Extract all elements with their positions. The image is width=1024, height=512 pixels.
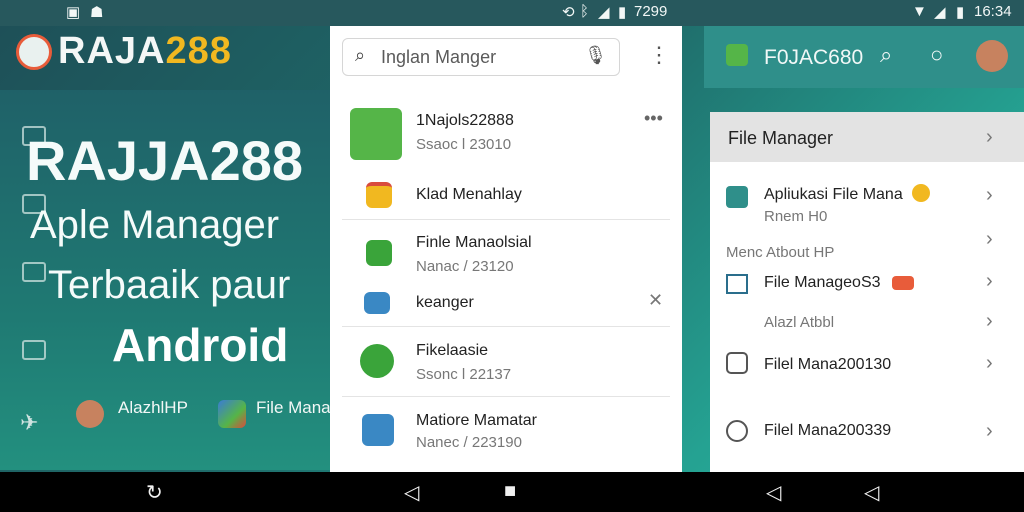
avatar[interactable] — [976, 40, 1008, 72]
vibrate-icon: ⟲ — [562, 4, 575, 21]
list-item-title[interactable]: File ManageoS3 — [764, 274, 881, 292]
wifi-icon: ▼ — [912, 3, 927, 20]
search-input[interactable]: ⌕ Inglan Manger 🎙 — [342, 38, 620, 76]
divider — [342, 219, 670, 220]
home-icon[interactable]: ■ — [504, 480, 516, 503]
app-icon-green-box — [366, 240, 392, 266]
bluetooth-icon: ᛒ — [580, 3, 590, 20]
app-bar-title: F0JAC680 — [764, 46, 864, 69]
back-icon[interactable]: ◁ — [766, 480, 781, 505]
list-item-sub: Nanac / 23120 — [416, 258, 514, 275]
back-icon[interactable]: ◁ — [404, 480, 419, 505]
brand-logo[interactable]: RAJA288 — [58, 30, 232, 73]
grid-icon — [726, 420, 748, 442]
signal-icon: ◢ — [934, 4, 946, 21]
chevron-right-icon[interactable]: › — [986, 420, 993, 443]
hero-title: RAJJA288 — [26, 129, 304, 192]
app-icon-square: ▣ — [66, 4, 81, 21]
list-item-title[interactable]: Alazl Atbbl — [764, 314, 834, 331]
image-icon — [726, 274, 748, 294]
file-icon — [726, 352, 748, 374]
back-icon[interactable]: ◁ — [864, 480, 879, 505]
chevron-right-icon[interactable]: › — [986, 352, 993, 375]
logo-text-raja: RAJA — [58, 30, 166, 72]
app-icon-blue — [364, 292, 390, 314]
search-icon: ⌕ — [355, 45, 366, 65]
badge-icon — [912, 184, 930, 202]
chevron-right-icon[interactable]: › — [986, 310, 993, 333]
chevron-right-icon[interactable]: › — [986, 270, 993, 293]
chip-label[interactable]: File Manag — [256, 398, 340, 418]
list-item-sub: Nanec / 223190 — [416, 434, 522, 451]
overflow-menu-icon[interactable]: ⋮ — [648, 42, 670, 68]
divider — [342, 326, 670, 327]
hero-line-4: Android — [112, 319, 289, 371]
chevron-right-icon[interactable]: › — [986, 228, 993, 251]
avatar-icon — [76, 400, 104, 428]
airplane-icon[interactable]: ✈ — [20, 410, 38, 436]
refresh-icon[interactable]: ↻ — [146, 480, 163, 505]
card-icon[interactable] — [22, 340, 46, 360]
badge-icon — [892, 276, 914, 290]
divider — [342, 396, 670, 397]
brand-logo-icon — [16, 34, 52, 70]
file-list-panel: ⌕ Inglan Manger 🎙 ⋮ 1Najols22888 Ssaoc l… — [330, 26, 682, 472]
search-icon[interactable]: ⌕ — [880, 42, 892, 68]
list-item-sub: Ssaoc l 23010 — [416, 136, 512, 153]
battery-icon: ▮ — [956, 4, 965, 21]
mic-icon[interactable]: 🎙 — [584, 45, 607, 66]
logo-text-288: 288 — [165, 30, 232, 72]
search-icon[interactable]: ○ — [930, 42, 943, 68]
section-label: Menc Atbout HP — [726, 244, 835, 261]
list-item-title[interactable]: Matiore Mamatar — [416, 412, 537, 430]
cat-icon: ☗ — [90, 4, 104, 21]
app-icon — [726, 44, 748, 66]
list-item-title[interactable]: Filel Mana200130 — [764, 356, 891, 374]
list-item-title[interactable]: Klad Menahlay — [416, 186, 522, 204]
search-placeholder: Inglan Manger — [381, 47, 497, 67]
check-icon — [360, 344, 394, 378]
status-bar: ▣ ☗ ⟲ ᛒ ◢ ▮ 7299 ▼ ◢ ▮ 16:34 — [0, 0, 1024, 26]
panel-title: File Manager — [728, 128, 834, 148]
file-manager-panel: File Manager › Apliukasi File Mana Rnem … — [710, 112, 1024, 472]
signal-icon: ◢ — [598, 4, 610, 21]
list-item-title[interactable]: Finle Manaolsial — [416, 234, 532, 252]
list-item-title[interactable]: keanger — [416, 294, 474, 312]
chip-label[interactable]: AlazhlHP — [118, 398, 188, 418]
status-time-left: 7299 — [634, 3, 668, 20]
app-icon-folder-blue — [362, 414, 394, 446]
list-item-sub: Ssonc l 22137 — [416, 366, 512, 383]
chevron-right-icon[interactable]: › — [986, 184, 993, 207]
list-item-title[interactable]: 1Najols22888 — [416, 112, 514, 130]
hero-line-3: Terbaaik paur — [48, 263, 291, 307]
chevron-right-icon[interactable]: › — [986, 126, 993, 149]
close-icon[interactable]: ✕ — [648, 290, 663, 311]
status-time-right: 16:34 — [974, 3, 1012, 20]
battery-icon: ▮ — [618, 4, 627, 21]
chat-icon[interactable] — [22, 262, 46, 282]
app-icon-green — [350, 108, 402, 160]
hero-line-2: Aple Manager — [30, 203, 280, 247]
list-item-title[interactable]: Filel Mana200339 — [764, 422, 891, 440]
app-icon — [726, 186, 748, 208]
more-icon[interactable]: ••• — [644, 108, 663, 129]
file-manager-icon — [218, 400, 246, 428]
list-item-title[interactable]: Fikelaasie — [416, 342, 488, 360]
list-item-title[interactable]: Apliukasi File Mana — [764, 186, 903, 204]
list-item-sub: Rnem H0 — [764, 208, 828, 225]
app-icon-folder — [366, 182, 392, 208]
